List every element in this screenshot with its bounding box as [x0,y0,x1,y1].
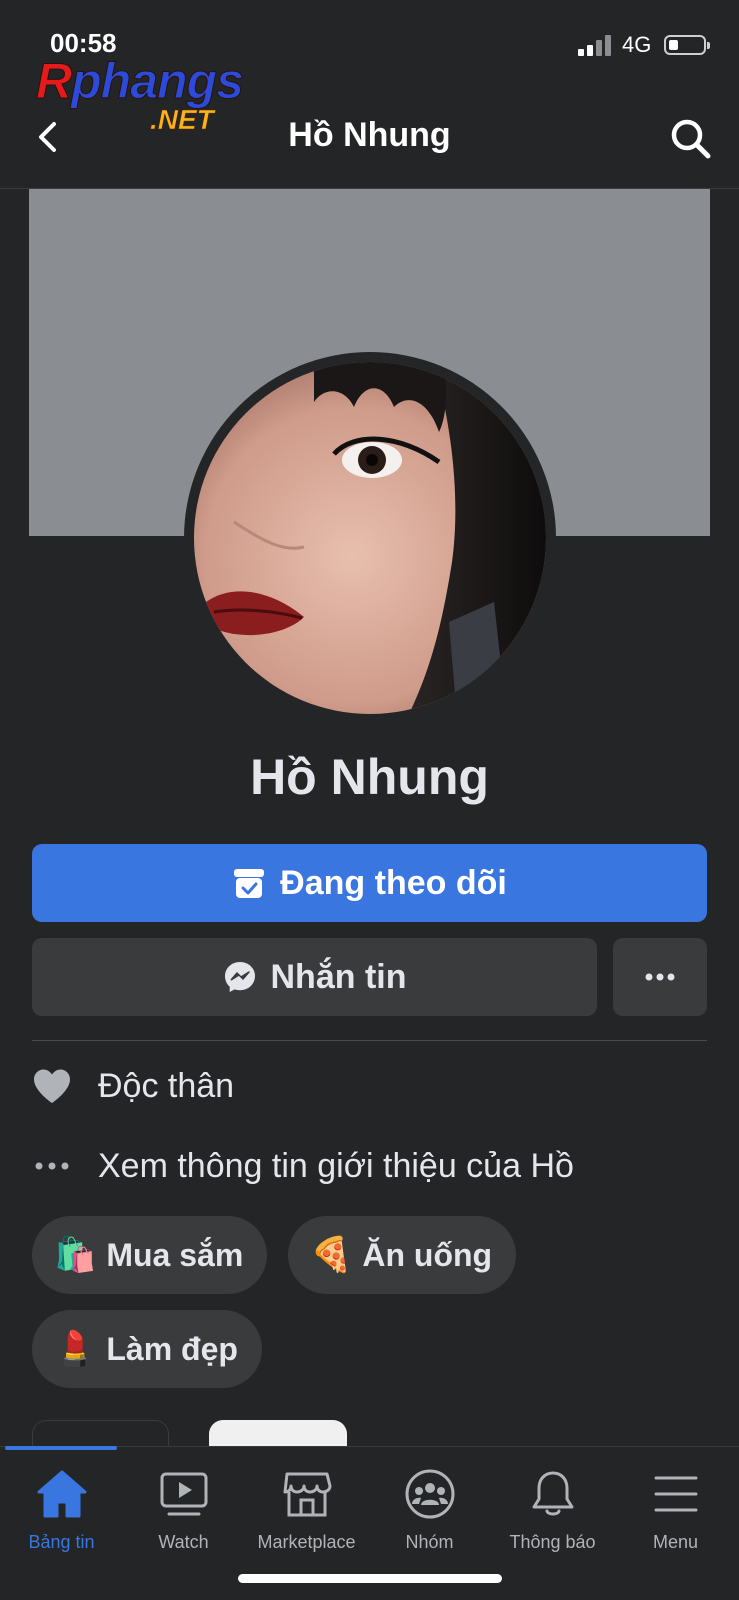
profile-name: Hồ Nhung [250,749,489,805]
tab-home[interactable]: Bảng tin [0,1466,123,1553]
message-label: Nhắn tin [270,957,407,996]
tab-groups[interactable]: Nhóm [368,1466,491,1553]
search-icon [671,119,711,159]
more-icon [645,973,675,981]
more-options-button[interactable] [613,938,707,1016]
watermark-logo: Rphangs [35,53,244,109]
pizza-icon: 🍕 [310,1236,353,1274]
interest-label: Mua sắm [106,1236,244,1273]
following-button[interactable]: Đang theo dõi [32,844,707,922]
active-tab-indicator [5,1446,117,1450]
avatar-photo [194,362,546,714]
groups-icon [402,1466,458,1522]
section-divider [32,1040,707,1041]
menu-icon [648,1466,704,1522]
tab-label: Menu [652,1532,699,1552]
home-indicator[interactable] [238,1574,502,1583]
tab-menu[interactable]: Menu [614,1466,737,1553]
shopping-bags-icon: 🛍️ [54,1236,97,1274]
tab-label: Bảng tin [28,1532,95,1552]
message-button[interactable]: Nhắn tin [32,938,597,1016]
following-label: Đang theo dõi [280,863,507,902]
tab-label: Marketplace [257,1532,356,1552]
search-button[interactable] [668,116,714,162]
relationship-status: Độc thân [98,1066,235,1105]
tab-watch[interactable]: Watch [122,1466,245,1553]
tab-label: Thông báo [509,1532,596,1552]
interest-chip-shopping[interactable]: 🛍️ Mua sắm [32,1216,268,1294]
messenger-icon [224,962,255,992]
interest-label: Làm đẹp [106,1330,238,1367]
home-icon [34,1466,90,1522]
tab-marketplace[interactable]: Marketplace [245,1466,368,1553]
see-about-row[interactable]: Xem thông tin giới thiệu của Hồ [32,1146,574,1186]
see-about-link[interactable]: Xem thông tin giới thiệu của Hồ [98,1147,574,1186]
battery-icon [664,35,710,55]
bell-icon [525,1466,581,1522]
following-icon [234,869,265,898]
tab-notifications[interactable]: Thông báo [491,1466,614,1553]
interest-chip-beauty[interactable]: 💄 Làm đẹp [32,1310,262,1388]
tab-label: Nhóm [405,1532,454,1552]
interest-label: Ăn uống [362,1236,493,1273]
marketplace-icon [279,1466,335,1522]
profile-avatar[interactable] [194,362,546,714]
network-type: 4G [622,32,652,57]
relationship-row: Độc thân [32,1066,234,1106]
interest-chip-food[interactable]: 🍕 Ăn uống [288,1216,517,1294]
page-title: Hồ Nhung [288,116,451,154]
more-dots-icon [32,1146,72,1186]
lipstick-icon: 💄 [54,1330,97,1368]
heart-icon [32,1066,72,1106]
tab-label: Watch [158,1532,209,1552]
signal-icon [578,34,612,56]
watch-icon [156,1466,212,1522]
